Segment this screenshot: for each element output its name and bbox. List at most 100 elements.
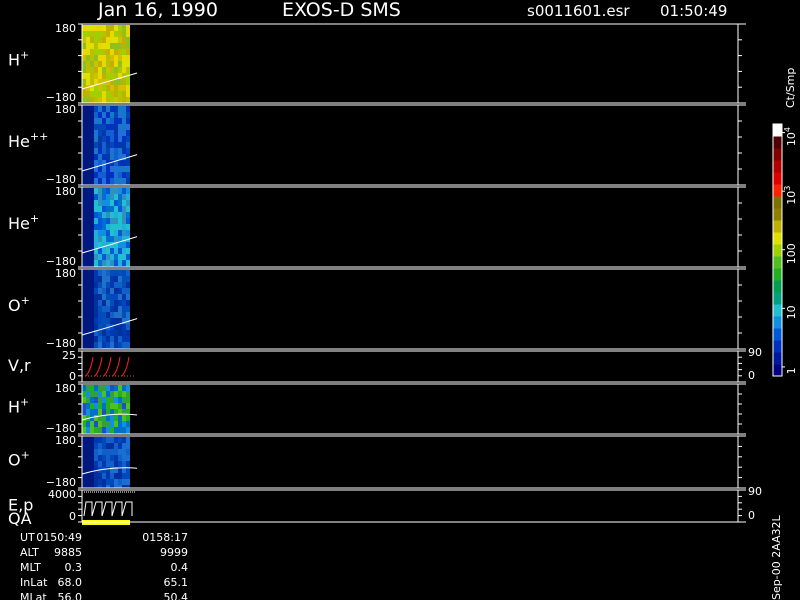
spectrogram-cell xyxy=(102,124,106,130)
spectrogram-cell xyxy=(86,148,90,154)
spectrogram-cell xyxy=(102,43,106,49)
spectrogram-cell xyxy=(110,443,114,449)
spectrogram-cell xyxy=(126,403,130,409)
spectrogram-cell xyxy=(90,49,94,55)
spectrogram-cell xyxy=(122,25,126,31)
spectrogram-cell xyxy=(114,218,118,224)
spectrogram-cell xyxy=(98,248,102,254)
spectrogram-cell xyxy=(86,91,90,97)
spectrogram-cell xyxy=(126,166,130,172)
spectrogram-cell xyxy=(86,385,90,391)
spectrogram-cell xyxy=(102,336,106,342)
spectrogram-cell xyxy=(122,312,126,318)
spectrogram-cell xyxy=(90,306,94,312)
spectrogram-cell xyxy=(82,136,86,142)
colorbar-tick-base: 10 xyxy=(785,305,798,319)
spectrogram-cell xyxy=(86,455,90,461)
spectrogram-cell xyxy=(90,230,94,236)
spectrogram-cell xyxy=(94,282,98,288)
spectrogram-cell xyxy=(118,461,122,467)
colorbar-tick-base: 10 xyxy=(785,191,798,205)
spectrogram-cell xyxy=(106,31,110,37)
spectrogram-cell xyxy=(98,421,102,427)
spectrogram-cell xyxy=(126,415,130,421)
spectrogram-cell xyxy=(90,479,94,485)
spectrogram-cell xyxy=(122,306,126,312)
spectrogram-cell xyxy=(86,449,90,455)
spectrogram-cell xyxy=(106,206,110,212)
spectrogram-cell xyxy=(102,218,106,224)
spectrogram-cell xyxy=(86,73,90,79)
spectrogram-cell xyxy=(90,409,94,415)
spectrogram-cell xyxy=(118,37,122,43)
spectrogram-cell xyxy=(122,194,126,200)
spectrogram-cell xyxy=(82,206,86,212)
spectrogram-cell xyxy=(114,421,118,427)
spectrogram-cell xyxy=(106,136,110,142)
spectrogram-cell xyxy=(98,200,102,206)
spectrogram-cell xyxy=(98,212,102,218)
spectrogram-cell xyxy=(110,403,114,409)
spectrogram-cell xyxy=(106,248,110,254)
spectrogram-cell xyxy=(126,260,130,266)
spectrogram-cell xyxy=(102,49,106,55)
spectrogram-cell xyxy=(106,300,110,306)
colorbar-swatch xyxy=(773,244,782,257)
spectrogram-cell xyxy=(122,55,126,61)
spectrogram-cell xyxy=(90,224,94,230)
spectrogram-cell xyxy=(106,61,110,67)
ephemeris-label: UT xyxy=(20,531,35,544)
spectrogram-cell xyxy=(110,49,114,55)
spectrogram-cell xyxy=(110,391,114,397)
spectrogram-cell xyxy=(102,288,106,294)
spectrogram-cell xyxy=(90,236,94,242)
spectrogram-cell xyxy=(86,318,90,324)
colorbar-tick-exp: 3 xyxy=(783,186,792,191)
spectrogram-cell xyxy=(98,206,102,212)
spectrogram-cell xyxy=(94,112,98,118)
spectrogram-cell xyxy=(118,330,122,336)
spectrogram-cell xyxy=(126,391,130,397)
spectrogram-cell xyxy=(110,236,114,242)
spectrogram-cell xyxy=(114,37,118,43)
spectrogram-cell xyxy=(94,318,98,324)
spectrogram-cell xyxy=(114,118,118,124)
spectrogram-cell xyxy=(106,55,110,61)
spectrogram-cell xyxy=(94,154,98,160)
spectrogram-cell xyxy=(102,473,106,479)
spectrogram-cell xyxy=(102,318,106,324)
spectrogram-cell xyxy=(102,260,106,266)
spectrogram-cell xyxy=(114,260,118,266)
spectrogram-cell xyxy=(86,172,90,178)
spectrogram-cell xyxy=(90,194,94,200)
spectrogram-cell xyxy=(90,421,94,427)
spectrogram-cell xyxy=(114,342,118,348)
spectrogram-cell xyxy=(98,67,102,73)
spectrogram-cell xyxy=(86,342,90,348)
spectrogram-cell xyxy=(98,118,102,124)
spectrogram-cell xyxy=(102,330,106,336)
spectrogram-cell xyxy=(122,276,126,282)
spectrogram-cell xyxy=(106,25,110,31)
spectrogram-cell xyxy=(90,112,94,118)
spectrogram-cell xyxy=(110,142,114,148)
spectrogram-cell xyxy=(122,473,126,479)
spectrogram-cell xyxy=(126,91,130,97)
spectrogram-cell xyxy=(94,73,98,79)
spectrogram-cell xyxy=(98,136,102,142)
spectrogram-cell xyxy=(126,31,130,37)
spectrogram-cell xyxy=(102,449,106,455)
spectrogram-cell xyxy=(118,194,122,200)
spectrogram-cell xyxy=(98,166,102,172)
spectrogram-cell xyxy=(126,421,130,427)
spectrogram-cell xyxy=(82,25,86,31)
spectrogram-cell xyxy=(90,172,94,178)
colorbar-swatch xyxy=(773,172,782,185)
spectrogram-cell xyxy=(102,437,106,443)
spectrogram-cell xyxy=(126,330,130,336)
spectrogram-cell xyxy=(118,288,122,294)
spectrogram-cell xyxy=(102,461,106,467)
spectrogram-cell xyxy=(90,160,94,166)
spectrogram-cell xyxy=(114,437,118,443)
spectrogram-cell xyxy=(118,397,122,403)
